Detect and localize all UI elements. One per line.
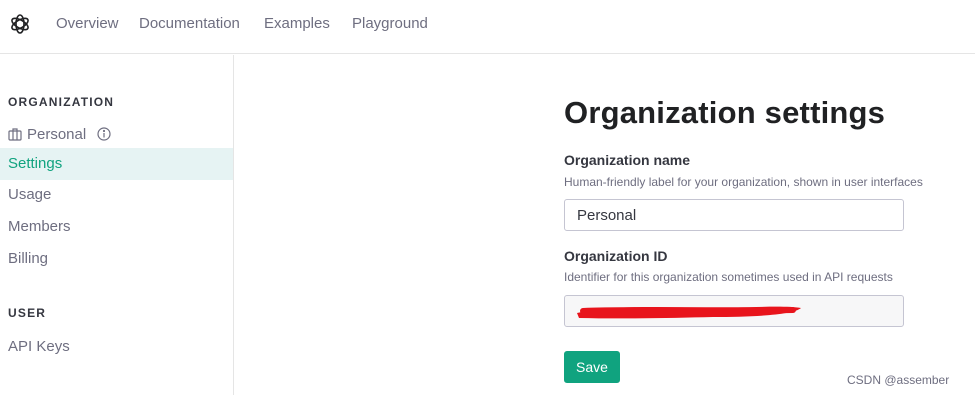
sidebar-item-members[interactable]: Members [0, 211, 233, 243]
sidebar-item-billing[interactable]: Billing [0, 243, 233, 275]
sidebar-section-user: USER [8, 306, 47, 320]
sidebar: ORGANIZATION Personal Settings Usage Mem… [0, 55, 234, 395]
nav-overview[interactable]: Overview [56, 15, 119, 33]
sidebar-section-organization: ORGANIZATION [8, 95, 115, 109]
nav-documentation[interactable]: Documentation [139, 15, 240, 33]
sidebar-item-api-keys[interactable]: API Keys [0, 331, 233, 363]
briefcase-icon [8, 128, 22, 141]
sidebar-item-settings[interactable]: Settings [0, 148, 233, 180]
org-name-help: Human-friendly label for your organizati… [564, 175, 923, 189]
nav-examples[interactable]: Examples [264, 15, 330, 33]
org-name-label: Organization name [564, 152, 691, 168]
page-title: Organization settings [564, 95, 886, 130]
org-id-label: Organization ID [564, 248, 668, 264]
top-navbar: Overview Documentation Examples Playgrou… [0, 0, 975, 54]
org-id-help: Identifier for this organization sometim… [564, 270, 893, 284]
watermark: CSDN @assember [847, 373, 950, 387]
org-name-label: Personal [27, 125, 87, 143]
openai-logo-icon[interactable] [8, 12, 32, 36]
redaction-scribble [577, 306, 801, 319]
org-name-input[interactable] [564, 199, 904, 231]
nav-playground[interactable]: Playground [352, 15, 428, 33]
org-selector[interactable]: Personal [8, 125, 111, 143]
sidebar-item-usage[interactable]: Usage [0, 179, 233, 211]
info-icon[interactable] [97, 127, 111, 141]
save-button[interactable]: Save [564, 351, 620, 383]
